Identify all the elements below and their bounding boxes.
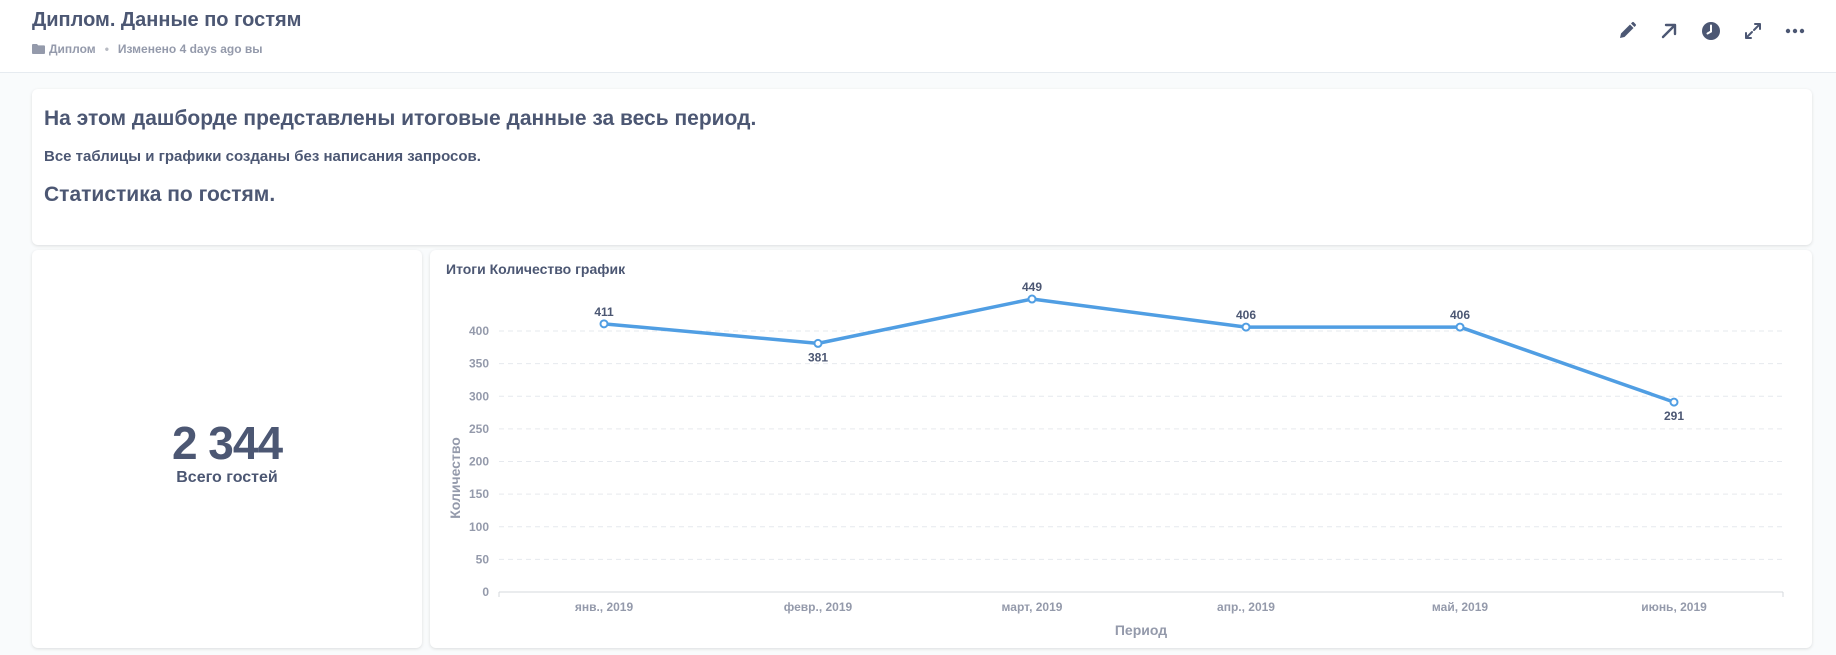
clock-icon: [1702, 22, 1720, 40]
data-label: 406: [1236, 308, 1256, 322]
scalar-label[interactable]: Всего гостей: [32, 469, 422, 487]
text-card: На этом дашборде представлены итоговые д…: [32, 89, 1812, 245]
y-tick-label: 400: [469, 324, 489, 338]
x-axis-title: Период: [1115, 622, 1167, 638]
data-point: [1027, 294, 1037, 304]
text-card-subheading: Статистика по гостям.: [44, 183, 276, 206]
data-label: 291: [1664, 409, 1684, 423]
text-card-paragraph: Все таблицы и графики созданы без написа…: [44, 148, 481, 165]
data-label: 406: [1450, 308, 1470, 322]
series-line: [603, 297, 1675, 404]
share-button[interactable]: [1658, 20, 1680, 42]
fullscreen-button[interactable]: [1742, 20, 1764, 42]
dashboard-toolbar: [1616, 20, 1806, 42]
y-tick-label: 0: [482, 585, 489, 599]
x-tick-label: март, 2019: [1002, 600, 1063, 614]
history-button[interactable]: [1700, 20, 1722, 42]
data-point: [1241, 322, 1251, 332]
data-point: [1455, 322, 1465, 332]
more-icon: [1785, 28, 1805, 34]
data-label: 381: [808, 350, 828, 364]
separator-dot: •: [104, 42, 109, 56]
text-card-heading: На этом дашборде представлены итоговые д…: [44, 107, 757, 130]
data-label: 449: [1022, 280, 1042, 294]
y-axis-title: Количество: [447, 437, 463, 519]
y-tick-label: 50: [476, 552, 490, 566]
x-tick-label: янв., 2019: [575, 600, 634, 614]
line-chart: 0 50 100 150 200 250 300 350 400 янв., 2019 февр.,…: [447, 280, 1784, 638]
dashboard-header: Диплом. Данные по гостям Диплом • Измене…: [0, 0, 1836, 73]
x-tick-label: июнь, 2019: [1641, 600, 1707, 614]
pencil-icon: [1620, 21, 1637, 38]
scalar-value: 2 344: [171, 417, 283, 469]
last-edited-info: Изменено 4 days ago вы: [117, 42, 263, 56]
y-tick-label: 350: [469, 357, 489, 371]
y-tick-label: 100: [469, 520, 489, 534]
line-chart-card[interactable]: Итоги Количество график 0 50 100 150 200 250 3…: [430, 250, 1812, 648]
y-tick-label: 200: [469, 455, 489, 469]
data-point: [813, 338, 823, 348]
data-point: [1669, 397, 1679, 407]
edit-button[interactable]: [1616, 20, 1638, 42]
page-title: Диплом. Данные по гостям: [32, 9, 302, 31]
y-tick-label: 300: [469, 389, 489, 403]
folder-icon: [32, 44, 45, 54]
total-guests-card[interactable]: 2 344 Всего гостей: [32, 250, 422, 648]
arrow-up-right-icon: [1661, 23, 1677, 39]
x-tick-label: февр., 2019: [784, 600, 853, 614]
x-tick-label: май, 2019: [1432, 600, 1488, 614]
y-tick-label: 150: [469, 487, 489, 501]
x-tick-label: апр., 2019: [1217, 600, 1275, 614]
more-button[interactable]: [1784, 20, 1806, 42]
data-label: 411: [594, 305, 614, 319]
collection-link[interactable]: Диплом: [49, 42, 96, 56]
expand-icon: [1745, 23, 1761, 39]
header-meta: Диплом • Изменено 4 days ago вы: [32, 42, 263, 56]
data-point: [599, 319, 609, 329]
y-tick-label: 250: [469, 422, 489, 436]
